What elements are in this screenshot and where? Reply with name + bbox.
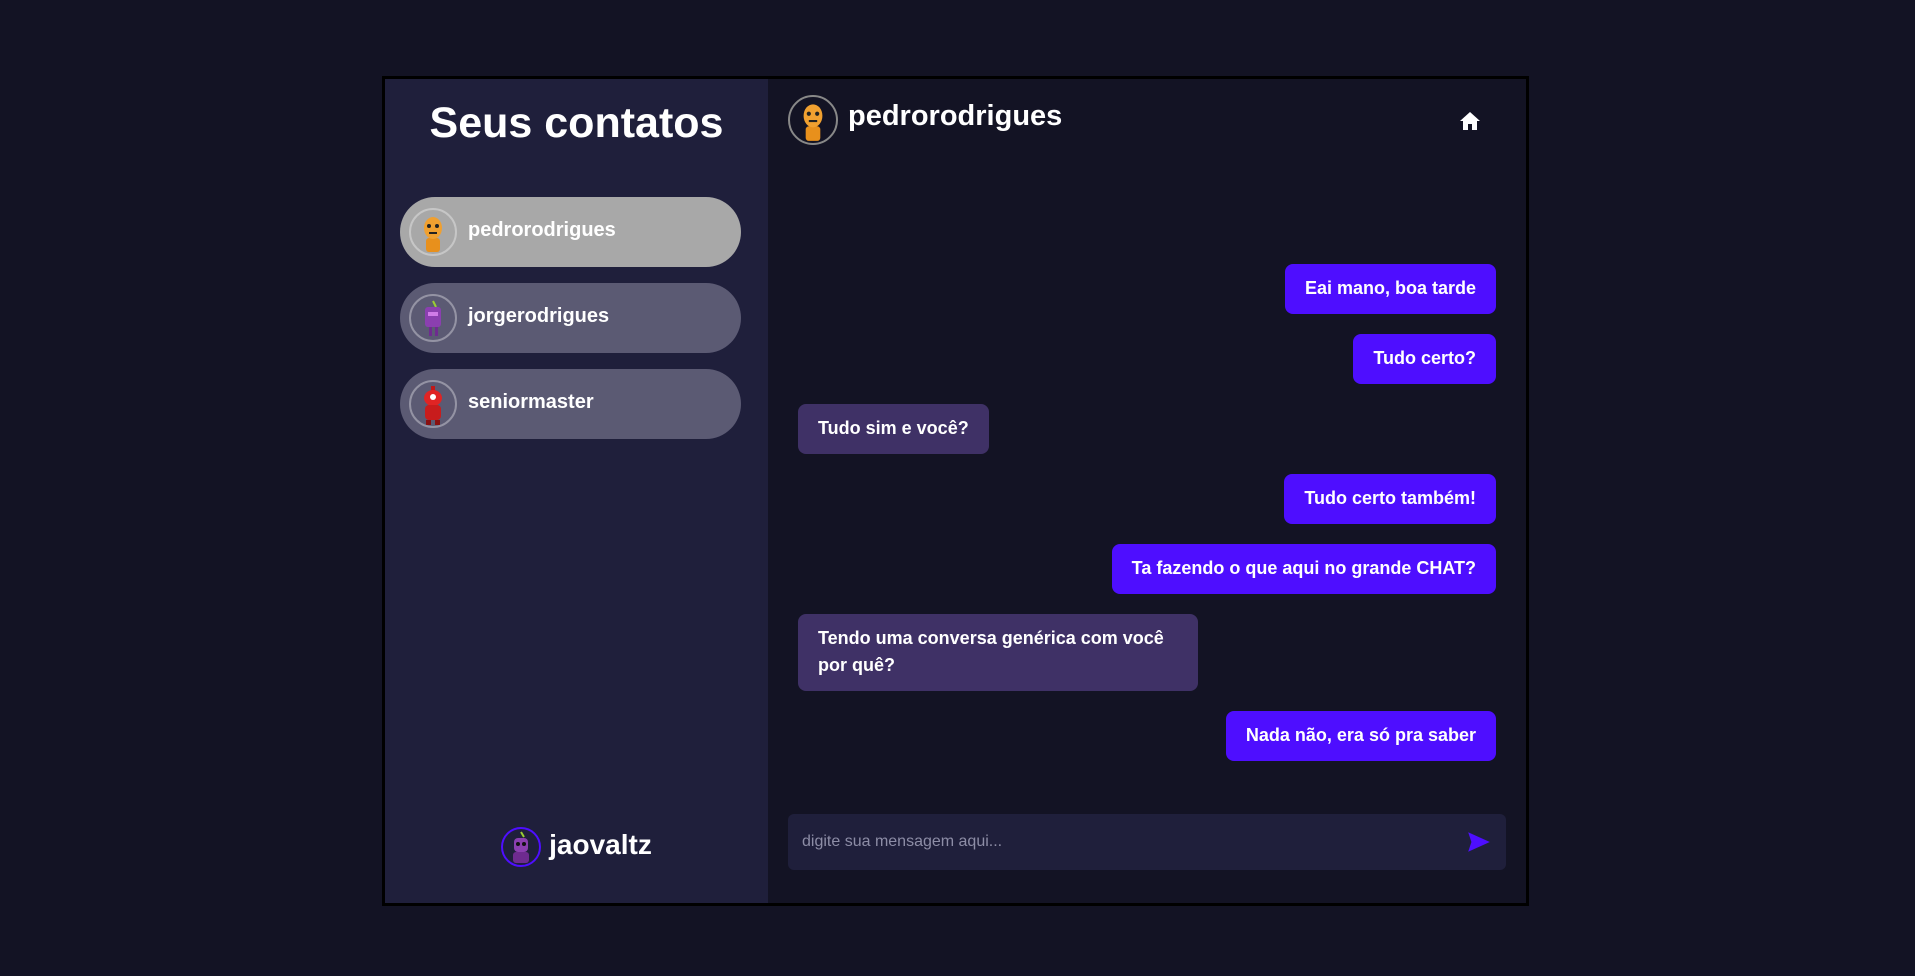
current-user: jaovaltz [385,827,768,867]
contacts-sidebar: Seus contatos pedrorodrigues jorgerodrig… [385,79,768,903]
message-sent: Tudo certo? [798,334,1496,384]
message-bubble: Tendo uma conversa genérica com você por… [798,614,1198,691]
current-user-name: jaovaltz [549,829,652,860]
message-sent: Tudo certo também! [798,474,1496,524]
orange-robot-avatar [788,95,838,145]
purple-robot-avatar [501,827,542,867]
contact-item-pedrorodrigues[interactable]: pedrorodrigues [400,197,741,267]
chat-panel: pedrorodrigues Eai mano, boa tarde Tudo … [768,79,1526,903]
send-icon[interactable] [1466,829,1492,855]
chat-app: Seus contatos pedrorodrigues jorgerodrig… [382,76,1529,906]
purple-robot-avatar [409,294,457,342]
message-bubble: Nada não, era só pra saber [1225,711,1496,761]
chat-header: pedrorodrigues [788,95,1506,145]
message-bubble: Tudo certo também! [1284,474,1496,524]
contact-name: pedrorodrigues [468,218,616,241]
message-received: Tendo uma conversa genérica com você por… [798,614,1496,691]
orange-robot-avatar [409,208,457,256]
chat-contact-name: pedrorodrigues [848,99,1063,132]
home-icon[interactable] [1458,109,1482,133]
message-list: Eai mano, boa tarde Tudo certo? Tudo sim… [798,264,1496,761]
message-sent: Ta fazendo o que aqui no grande CHAT? [798,544,1496,594]
message-sent: Nada não, era só pra saber [798,711,1496,761]
contact-item-seniormaster[interactable]: seniormaster [400,369,741,439]
sidebar-title: Seus contatos [429,99,724,147]
message-sent: Eai mano, boa tarde [798,264,1496,314]
message-bubble: Tudo sim e você? [798,404,989,454]
message-input[interactable] [788,832,1466,852]
message-received: Tudo sim e você? [798,404,1496,454]
message-bubble: Ta fazendo o que aqui no grande CHAT? [1111,544,1496,594]
message-bubble: Tudo certo? [1353,334,1496,384]
message-input-bar [788,814,1506,870]
message-bubble: Eai mano, boa tarde [1284,264,1496,314]
contact-list: pedrorodrigues jorgerodrigues seniormast… [400,197,741,455]
contact-name: seniormaster [468,390,594,413]
contact-item-jorgerodrigues[interactable]: jorgerodrigues [400,283,741,353]
red-robot-avatar [409,380,457,428]
contact-name: jorgerodrigues [468,304,610,327]
